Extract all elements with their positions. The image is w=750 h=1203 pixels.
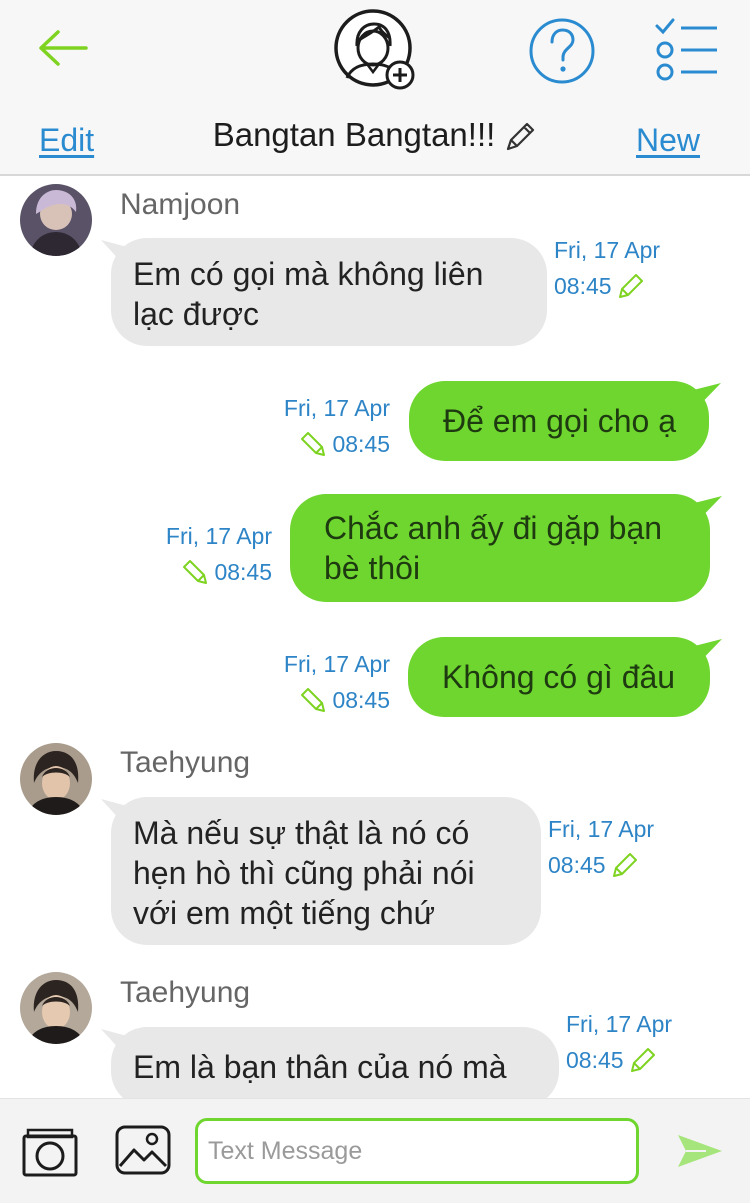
message-time: 08:45 <box>554 273 612 299</box>
message-text: Chắc anh ấy đi gặp bạn bè thôi <box>324 510 663 586</box>
message-date: Fri, 17 Apr <box>283 395 390 421</box>
message-input[interactable] <box>195 1118 639 1184</box>
message-time: 08:45 <box>332 687 390 713</box>
message-text: Để em gọi cho ạ <box>443 403 677 439</box>
incoming-message-bubble[interactable]: Em là bạn thân của nó mà <box>111 1027 559 1107</box>
message-time: 08:45 <box>566 1047 624 1073</box>
message-timestamp: Fri, 17 Apr 08:45 <box>548 811 654 883</box>
sender-name: Taehyung <box>120 746 251 779</box>
incoming-message-bubble[interactable]: Mà nếu sự thật là nó có hẹn hò thì cũng … <box>111 797 541 945</box>
new-link[interactable]: New <box>636 122 700 159</box>
message-time: 08:45 <box>214 559 272 585</box>
pencil-icon <box>301 688 326 712</box>
message-time: 08:45 <box>332 431 390 457</box>
avatar[interactable] <box>20 743 92 815</box>
message-date: Fri, 17 Apr <box>554 237 661 263</box>
chat-title-text: Bangtan Bangtan!!! <box>212 116 496 153</box>
message-date: Fri, 17 Apr <box>283 651 390 677</box>
pencil-icon <box>183 560 208 584</box>
message-text: Em có gọi mà không liên lạc được <box>133 256 484 332</box>
send-icon[interactable] <box>676 1131 724 1171</box>
chat-header: Edit Bangtan Bangtan!!! New <box>0 0 750 176</box>
back-arrow-icon[interactable] <box>36 28 90 68</box>
message-timestamp: Fri, 17 Apr 08:45 <box>566 1006 672 1078</box>
message-timestamp: Fri, 17 Apr 08:45 <box>150 518 272 590</box>
question-mark-icon[interactable] <box>527 16 597 86</box>
checklist-icon[interactable] <box>651 16 721 84</box>
image-icon[interactable] <box>114 1124 172 1176</box>
sender-name: Namjoon <box>120 188 241 221</box>
pencil-icon <box>612 853 637 877</box>
avatar[interactable] <box>20 972 92 1044</box>
message-text: Em là bạn thân của nó mà <box>133 1049 507 1085</box>
pencil-icon[interactable] <box>503 120 537 154</box>
add-member-icon[interactable] <box>333 8 419 94</box>
pencil-icon <box>301 432 326 456</box>
message-date: Fri, 17 Apr <box>548 816 655 842</box>
pencil-icon <box>618 274 643 298</box>
message-text: Không có gì đâu <box>442 659 676 695</box>
message-timestamp: Fri, 17 Apr 08:45 <box>270 390 390 462</box>
message-time: 08:45 <box>548 852 606 878</box>
outgoing-message-bubble[interactable]: Để em gọi cho ạ <box>409 381 709 461</box>
message-date: Fri, 17 Apr <box>165 523 272 549</box>
camera-icon[interactable] <box>22 1127 78 1177</box>
message-date: Fri, 17 Apr <box>566 1011 673 1037</box>
outgoing-message-bubble[interactable]: Không có gì đâu <box>408 637 710 717</box>
sender-name: Taehyung <box>120 976 251 1009</box>
message-timestamp: Fri, 17 Apr 08:45 <box>554 232 660 304</box>
message-composer <box>0 1098 750 1203</box>
message-timestamp: Fri, 17 Apr 08:45 <box>268 646 390 718</box>
message-text: Mà nếu sự thật là nó có hẹn hò thì cũng … <box>133 815 475 931</box>
pencil-icon <box>630 1048 655 1072</box>
outgoing-message-bubble[interactable]: Chắc anh ấy đi gặp bạn bè thôi <box>290 494 710 602</box>
incoming-message-bubble[interactable]: Em có gọi mà không liên lạc được <box>111 238 547 346</box>
avatar[interactable] <box>20 184 92 256</box>
